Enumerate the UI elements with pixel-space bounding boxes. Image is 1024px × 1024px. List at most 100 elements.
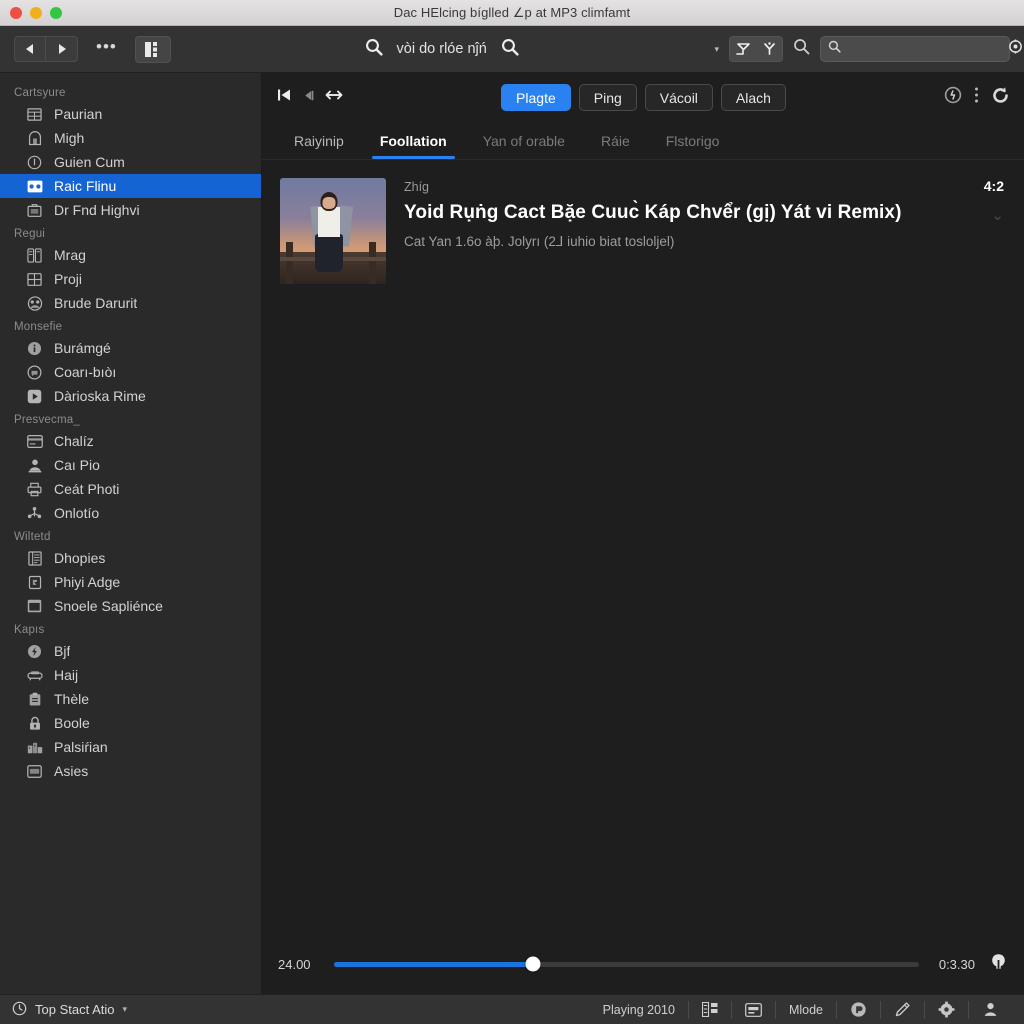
sidebar-group-title: Kapıs	[14, 624, 45, 636]
toolbar-center-text: vòi do rlóe nĵń	[396, 41, 487, 57]
status-left[interactable]: Top Stact Atio ▾	[12, 1001, 127, 1019]
volume-knob-icon[interactable]	[836, 1000, 880, 1019]
refresh-icon[interactable]	[991, 86, 1010, 110]
sidebar-item-phiyi-adge[interactable]: Phiyi Adge	[0, 570, 261, 594]
sidebar-item-palsi-ian[interactable]: Palsiŕian	[0, 735, 261, 759]
building-icon	[26, 106, 43, 123]
sidebar-item-migh[interactable]: Migh	[0, 126, 261, 150]
search-field[interactable]	[820, 36, 1022, 62]
toolbar-dropdown-caret[interactable]: ▾	[714, 44, 719, 55]
sidebar-item-label: Haij	[54, 667, 79, 683]
pill-tab-ping[interactable]: Ping	[578, 84, 637, 111]
skip-back-icon[interactable]	[276, 87, 292, 108]
sidebar-item-dhopies[interactable]: Dhopies	[0, 546, 261, 570]
sidebar-item-label: Raic Flinu	[54, 178, 117, 194]
print-icon	[26, 481, 43, 498]
sidebar-item-ca-pio[interactable]: Caı Pio	[0, 453, 261, 477]
sidebar-item-d-rioska-rime[interactable]: Dàrioska Rime	[0, 384, 261, 408]
close-window-button[interactable]	[10, 6, 22, 19]
sofa-icon	[26, 667, 43, 684]
account-icon[interactable]	[968, 1000, 1012, 1019]
mode-label[interactable]: Mlode	[774, 1000, 836, 1019]
sidebar-item-raic-flinu[interactable]: Raic Flinu	[0, 174, 261, 198]
track-title[interactable]: Yoid Rụṅg Cact Bặe Cuuc̀ Káp Chvểr (gị) …	[404, 200, 932, 227]
share-icon	[26, 505, 43, 522]
clipboard-icon	[26, 691, 43, 708]
play-box-icon	[26, 388, 43, 405]
sidebar-item-label: Palsiŕian	[54, 739, 108, 755]
tab-r-ie[interactable]: Ráie	[583, 122, 648, 159]
sidebar-item-label: Proji	[54, 271, 83, 287]
search-input[interactable]	[847, 42, 1002, 56]
toolbar-toggle-group	[729, 36, 783, 62]
edit-icon[interactable]	[880, 1000, 924, 1019]
history-icon[interactable]	[944, 86, 962, 109]
sidebar-item-label: Phiyi Adge	[54, 574, 121, 590]
pill-tab-alach[interactable]: Alach	[720, 84, 786, 111]
table-icon	[26, 271, 43, 288]
clock-circle-icon	[12, 1001, 27, 1019]
track-list: Zhíg Yoid Rụṅg Cact Bặe Cuuc̀ Káp Chvểr (…	[262, 160, 1024, 934]
sidebar-item-th-le[interactable]: Thèle	[0, 687, 261, 711]
player-bar: 24.00 0:3.30	[262, 934, 1024, 994]
sidebar-item-guien-cum[interactable]: Guien Cum	[0, 150, 261, 174]
sidebar-item-asies[interactable]: Asies	[0, 759, 261, 783]
subtitle-icon[interactable]	[730, 1000, 775, 1019]
transport-controls	[276, 87, 343, 108]
calculator-icon	[26, 247, 43, 264]
tab-flstorigo[interactable]: Flstorigo	[648, 122, 738, 159]
seek-knob[interactable]	[525, 956, 541, 972]
filter-toggle-icon[interactable]	[730, 37, 756, 61]
search-toggle-icon[interactable]	[793, 38, 810, 60]
status-left-label: Top Stact Atio	[35, 1002, 115, 1017]
tab-yan-of-orable[interactable]: Yan of orable	[465, 122, 583, 159]
sidebar-item-proji[interactable]: Proji	[0, 267, 261, 291]
minimize-window-button[interactable]	[30, 6, 42, 19]
funnel-toggle-icon[interactable]	[756, 37, 782, 61]
swap-icon[interactable]	[325, 88, 343, 107]
cast-icon[interactable]	[989, 952, 1008, 976]
previous-icon[interactable]	[301, 88, 316, 108]
sidebar-item-label: Mrag	[54, 247, 86, 263]
sidebar-item-ce-t-photi[interactable]: Ceát Photi	[0, 477, 261, 501]
sidebar-item-bjf[interactable]: Bjf	[0, 639, 261, 663]
seek-slider[interactable]	[334, 956, 919, 972]
back-button[interactable]	[15, 37, 46, 61]
sidebar-item-boole[interactable]: Boole	[0, 711, 261, 735]
sidebar: Cartsyure Paurian Migh Guien Cum Raic Flinu D…	[0, 73, 262, 994]
sidebar-item-paurian[interactable]: Paurian	[0, 102, 261, 126]
more-vertical-icon[interactable]	[974, 86, 979, 109]
search-icon-center[interactable]	[501, 38, 519, 61]
tab-foollation[interactable]: Foollation	[362, 122, 465, 159]
album-art[interactable]	[280, 178, 386, 284]
target-icon[interactable]	[1008, 39, 1023, 59]
sidebar-item-brude-darurit[interactable]: Brude Darurit	[0, 291, 261, 315]
info-icon	[26, 340, 43, 357]
tab-raiyinip[interactable]: Raiyinip	[276, 122, 362, 159]
status-left-caret[interactable]: ▾	[123, 1004, 128, 1015]
search-icon-left[interactable]	[365, 38, 383, 61]
sidebar-item-chal-z[interactable]: Chalíz	[0, 429, 261, 453]
forward-button[interactable]	[46, 37, 77, 61]
pill-tab-v-coil[interactable]: Vácoil	[644, 84, 713, 111]
sidebar-item-bur-mg[interactable]: Burámgé	[0, 336, 261, 360]
pill-tabs: Plagte Ping Vácoil Alach	[353, 84, 934, 111]
equalizer-icon[interactable]	[687, 1000, 731, 1019]
search-input-icon	[828, 40, 841, 58]
settings-icon[interactable]	[924, 1000, 968, 1019]
sidebar-item-coar-b[interactable]: Coarı-bıòı	[0, 360, 261, 384]
page-icon	[26, 574, 43, 591]
overflow-menu-icon[interactable]: •••	[88, 38, 125, 55]
sidebar-item-dr-fnd-highvi[interactable]: Dr Fnd Highvi	[0, 198, 261, 222]
pill-tab-plagte[interactable]: Plagte	[501, 84, 571, 111]
sidebar-item-haij[interactable]: Haij	[0, 663, 261, 687]
sidebar-item-snoele-sapli-nce[interactable]: Snoele Sapliénce	[0, 594, 261, 618]
sidebar-item-onlot-o[interactable]: Onlotío	[0, 501, 261, 525]
grid-view-button[interactable]	[134, 35, 171, 63]
maximize-window-button[interactable]	[50, 6, 62, 19]
chevron-down-icon[interactable]: ⌄	[991, 206, 1004, 224]
badge-icon	[26, 763, 43, 780]
briefcase-icon	[26, 202, 43, 219]
track-row[interactable]: Zhíg Yoid Rụṅg Cact Bặe Cuuc̀ Káp Chvểr (…	[262, 170, 1024, 292]
sidebar-item-mrag[interactable]: Mrag	[0, 243, 261, 267]
